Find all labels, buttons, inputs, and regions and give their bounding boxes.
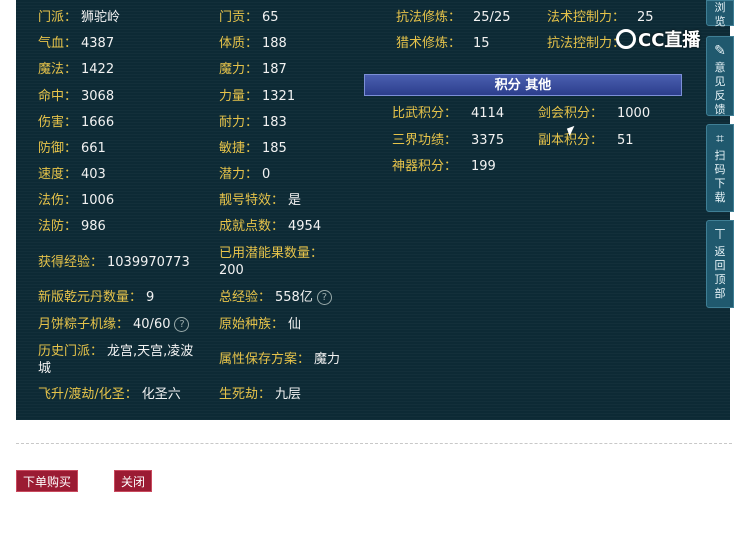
stat-magic-power: 魔力： 187 <box>219 62 287 77</box>
stat-defense: 防御： 661 <box>38 141 106 156</box>
help-icon[interactable]: ? <box>316 290 332 305</box>
stat-hunting-cultivation: 猎术修炼： 15 <box>396 36 490 51</box>
help-icon[interactable]: ? <box>174 317 190 332</box>
close-button[interactable]: 关闭 <box>114 470 152 492</box>
stat-potential-fruit: 已用潜能果数量： <box>219 246 324 261</box>
stat-attr-scheme: 属性保存方案： 魔力 <box>219 352 341 367</box>
points-dungeon: 副本积分： 51 <box>538 133 634 148</box>
scan-icon: ⌗ <box>716 131 724 147</box>
stat-history-menpai: 历史门派： 龙宫,天宫,凌波 <box>38 344 194 359</box>
points-sword: 剑会积分： 1000 <box>538 106 651 121</box>
stat-experience: 获得经验： 1039970773 <box>38 255 190 270</box>
stat-strength: 力量： 1321 <box>219 89 296 104</box>
stat-shengsijie: 生死劫： 九层 <box>219 387 302 402</box>
stat-damage: 伤害： 1666 <box>38 115 115 130</box>
stat-potential-fruit-value: 200 <box>219 263 244 278</box>
stat-spell-control: 法术控制力： 25 <box>547 10 654 25</box>
sidebar-scan-download[interactable]: ⌗ 扫码下载 <box>706 124 734 212</box>
stat-mooncake: 月饼粽子机缘： 40/60? <box>38 317 190 333</box>
points-pvp: 比武积分： 4114 <box>392 106 505 121</box>
stat-magic-damage: 法伤： 1006 <box>38 193 115 208</box>
sidebar-back-to-top[interactable]: ⊤ 返回顶部 <box>706 220 734 308</box>
stat-menpai: 门派： 狮驼岭 <box>38 10 121 25</box>
stat-history-menpai-cont: 城 <box>38 361 52 376</box>
stat-hit: 命中： 3068 <box>38 89 115 104</box>
stat-agility: 敏捷： 185 <box>219 141 287 156</box>
edit-icon: ✎ <box>714 43 726 59</box>
buy-button[interactable]: 下单购买 <box>16 470 78 492</box>
points-artifact: 神器积分： 199 <box>392 159 496 174</box>
divider <box>16 443 732 444</box>
stat-potential: 潜力： 0 <box>219 167 271 182</box>
stat-constitution: 体质： 188 <box>219 36 287 51</box>
sidebar-feedback[interactable]: ✎ 意见反馈 <box>706 36 734 116</box>
stat-mp: 魔法： 1422 <box>38 62 115 77</box>
stat-hp: 气血： 4387 <box>38 36 115 51</box>
cc-logo-icon <box>616 29 636 49</box>
section-title: 积分 其他 <box>364 74 682 96</box>
stat-race: 原始种族：仙 <box>219 317 302 332</box>
stat-ascension: 飞升/渡劫/化圣： 化圣六 <box>38 387 181 402</box>
points-merit: 三界功绩： 3375 <box>392 133 505 148</box>
floating-sidebar: 浏览 ✎ 意见反馈 ⌗ 扫码下载 ⊤ 返回顶部 <box>706 0 734 310</box>
stat-speed: 速度： 403 <box>38 167 106 182</box>
stat-mengong: 门贡： 65 <box>219 10 279 25</box>
sidebar-browse[interactable]: 浏览 <box>706 0 734 28</box>
stat-resist-cultivation: 抗法修炼： 25/25 <box>396 10 511 25</box>
stat-magic-defense: 法防： 986 <box>38 219 106 234</box>
stat-achievement: 成就点数： 4954 <box>219 219 322 234</box>
stat-special-id: 靓号特效：是 <box>219 193 302 208</box>
stat-total-exp: 总经验： 558亿? <box>219 290 332 306</box>
stat-endurance: 耐力： 183 <box>219 115 287 130</box>
arrow-up-icon: ⊤ <box>713 227 727 243</box>
watermark: CC直播 <box>616 26 700 52</box>
stat-qianyuandan: 新版乾元丹数量： 9 <box>38 290 155 305</box>
character-info-panel: 门派： 狮驼岭 气血： 4387 魔法： 1422 命中： 3068 伤害： 1666 防… <box>16 0 730 420</box>
